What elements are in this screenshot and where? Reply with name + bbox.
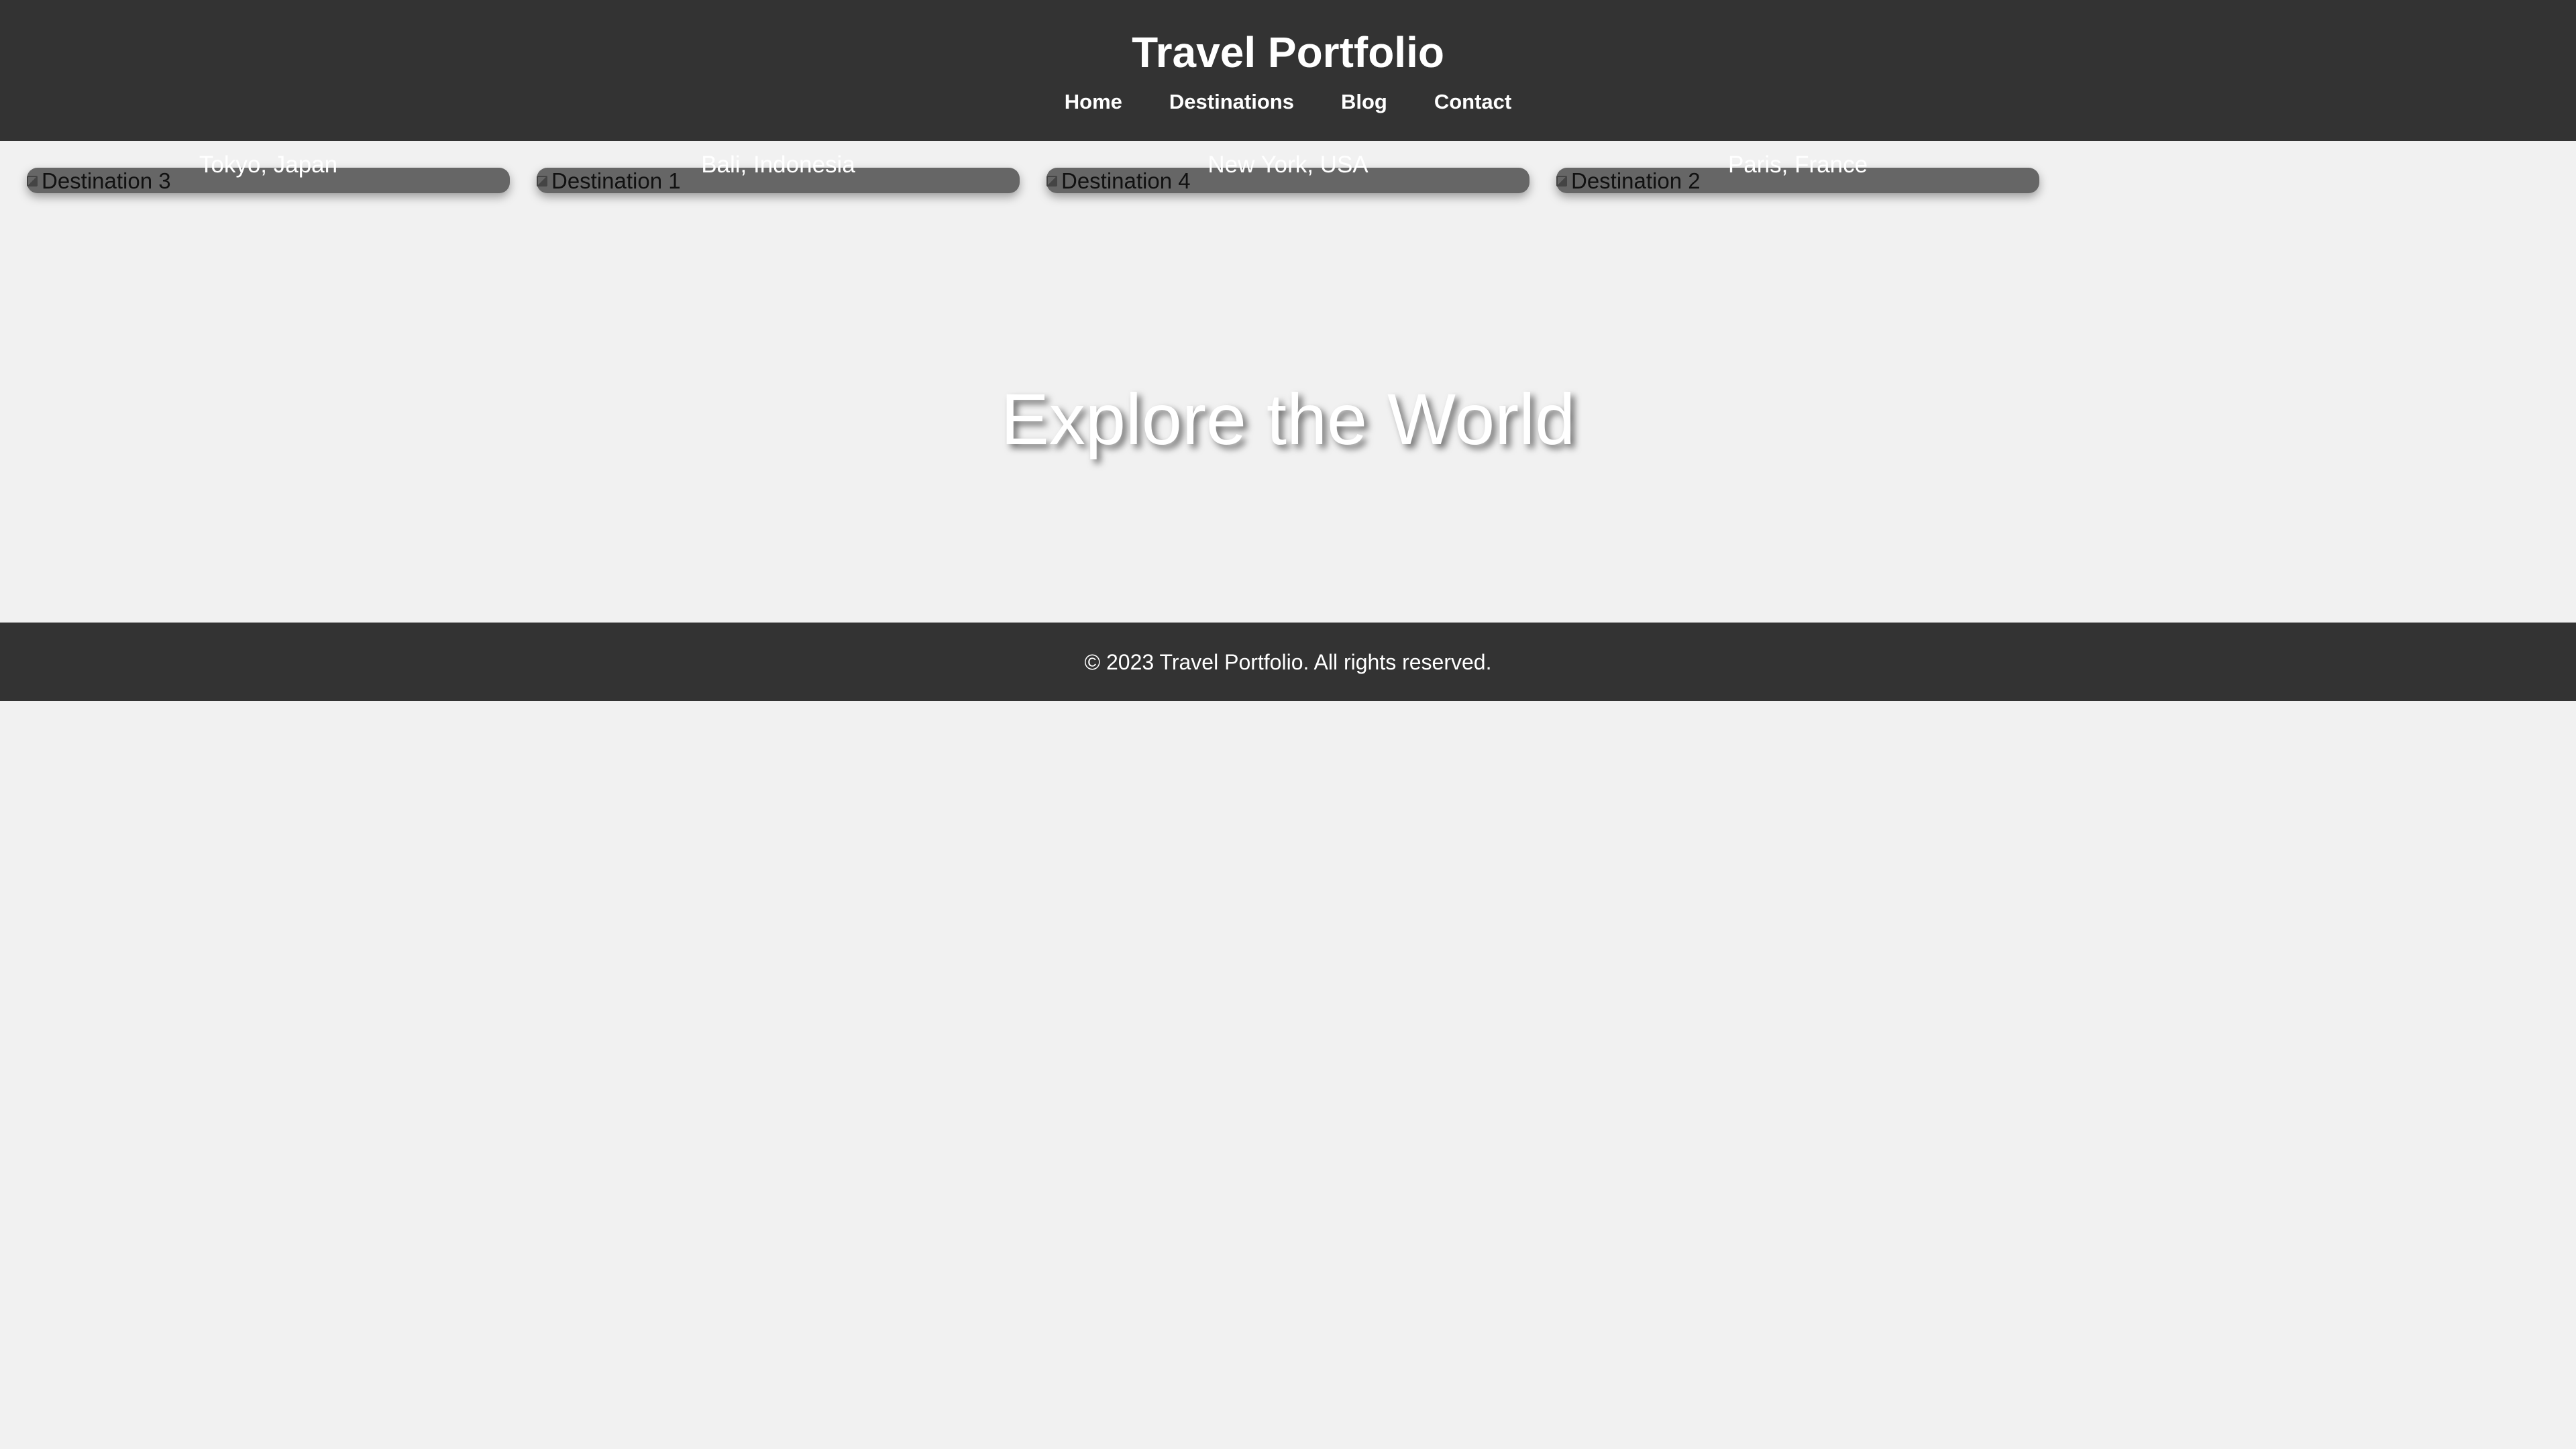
hero-title: Explore the World xyxy=(1000,378,1576,460)
destination-caption: New York, USA xyxy=(1208,152,1368,178)
site-title: Travel Portfolio xyxy=(1132,28,1444,76)
site-header: Travel Portfolio Home Destinations Blog … xyxy=(0,0,2576,141)
nav-blog-link[interactable]: Blog xyxy=(1341,87,1387,117)
destination-caption: Paris, France xyxy=(1727,152,1868,178)
destination-card-bali[interactable]: Destination 1 Bali, Indonesia xyxy=(537,152,1020,193)
destination-card-tokyo[interactable]: Destination 3 Tokyo, Japan xyxy=(27,152,510,193)
site-footer: © 2023 Travel Portfolio. All rights rese… xyxy=(0,623,2576,701)
nav-destinations-link[interactable]: Destinations xyxy=(1169,87,1294,117)
destination-card-paris[interactable]: Destination 2 Paris, France xyxy=(1556,152,2039,193)
destination-card-new-york[interactable]: Destination 4 New York, USA xyxy=(1046,152,1529,193)
destination-caption: Tokyo, Japan xyxy=(199,152,338,178)
destination-gallery: Destination 3 Tokyo, Japan Destination 1… xyxy=(27,152,2039,193)
nav-home-link[interactable]: Home xyxy=(1065,87,1122,117)
main-nav: Home Destinations Blog Contact xyxy=(0,87,2576,117)
nav-contact-link[interactable]: Contact xyxy=(1434,87,1511,117)
copyright-text: © 2023 Travel Portfolio. All rights rese… xyxy=(1084,650,1492,674)
destination-caption: Bali, Indonesia xyxy=(701,152,855,178)
